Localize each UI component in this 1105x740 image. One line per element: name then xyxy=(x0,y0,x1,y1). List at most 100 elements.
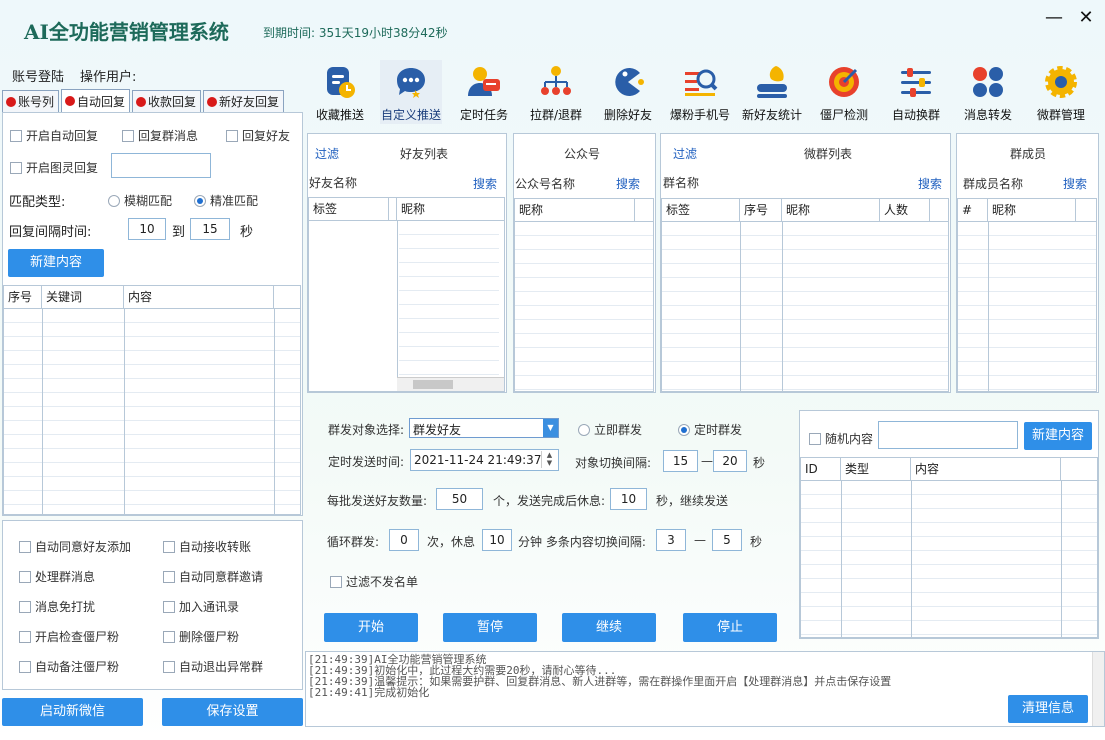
toolbar-custom-push[interactable]: 自定义推送 xyxy=(380,60,442,124)
save-settings-button[interactable]: 保存设置 xyxy=(162,698,303,726)
target-select[interactable]: 群发好友 ▼ xyxy=(409,418,559,438)
official-search-link[interactable]: 搜索 xyxy=(616,175,640,192)
sliders-icon xyxy=(901,68,931,97)
image-reply-input[interactable] xyxy=(111,153,211,178)
members-search-link[interactable]: 搜索 xyxy=(1063,175,1087,192)
random-content-input[interactable] xyxy=(878,421,1018,449)
col-nickname[interactable]: 昵称 xyxy=(782,199,880,221)
opt-auto-quit-abnormal-group[interactable]: 自动退出异常群 xyxy=(163,658,263,675)
pause-button[interactable]: 暂停 xyxy=(443,613,537,642)
exact-match-radio[interactable]: 精准匹配 xyxy=(194,192,258,209)
opt-auto-accept-friend[interactable]: 自动同意好友添加 xyxy=(19,538,131,555)
col-tag[interactable]: 标签 xyxy=(662,199,740,221)
log-line: [21:49:41]完成初始化 xyxy=(308,686,430,699)
col-nickname[interactable]: 昵称 xyxy=(515,199,635,221)
red-dot-icon xyxy=(65,96,76,106)
opt-handle-group-msg[interactable]: 处理群消息 xyxy=(19,568,95,585)
col-index[interactable]: 序号 xyxy=(740,199,782,221)
col-nickname[interactable]: 昵称 xyxy=(397,198,504,220)
toolbar-phone-fans[interactable]: 爆粉手机号 xyxy=(669,60,731,124)
friends-filter-link[interactable]: 过滤 xyxy=(315,145,339,162)
minimize-button[interactable]: — xyxy=(1044,8,1064,28)
enable-image-reply-checkbox[interactable]: 开启图灵回复 xyxy=(10,159,98,176)
new-random-content-button[interactable]: 新建内容 xyxy=(1024,422,1092,450)
loop-input[interactable]: 0 xyxy=(389,529,419,551)
close-button[interactable]: ✕ xyxy=(1076,8,1096,28)
batch-input[interactable]: 50 xyxy=(436,488,483,510)
toolbar-collect-push[interactable]: 收藏推送 xyxy=(309,60,371,124)
send-time-input[interactable]: 2021-11-24 21:49:37 xyxy=(410,449,559,471)
target-label: 群发对象选择: xyxy=(328,423,405,437)
col-type[interactable]: 类型 xyxy=(841,458,911,480)
seconds-label: 秒 xyxy=(753,456,766,470)
col-count[interactable]: 人数 xyxy=(880,199,930,221)
multi-to-input[interactable]: 5 xyxy=(712,529,742,551)
operator-label: 操作用户: xyxy=(80,70,137,85)
groups-filter-link[interactable]: 过滤 xyxy=(673,145,697,162)
start-button[interactable]: 开始 xyxy=(324,613,418,642)
rest-input[interactable]: 10 xyxy=(610,488,647,510)
vertical-scrollbar[interactable] xyxy=(1092,652,1104,726)
switch-from-input[interactable]: 15 xyxy=(663,450,698,472)
tab-account-list[interactable]: 账号列 xyxy=(2,90,60,112)
left-tab-bar: 账号列 自动回复 收款回复 新好友回复 xyxy=(2,89,286,112)
loop-rest-input[interactable]: 10 xyxy=(482,529,512,551)
pacman-icon xyxy=(615,68,644,96)
opt-delete-zombie[interactable]: 删除僵尸粉 xyxy=(163,628,239,645)
immediate-radio[interactable]: 立即群发 xyxy=(578,421,642,438)
switch-to-input[interactable]: 20 xyxy=(713,450,747,472)
official-name-label: 公众号名称 xyxy=(515,177,576,191)
new-content-button[interactable]: 新建内容 xyxy=(8,249,104,277)
col-nickname[interactable]: 昵称 xyxy=(988,199,1076,221)
tab-payment-reply[interactable]: 收款回复 xyxy=(132,90,202,112)
fuzzy-match-radio[interactable]: 模糊匹配 xyxy=(108,192,172,209)
reply-group-msg-checkbox[interactable]: 回复群消息 xyxy=(122,127,198,144)
col-keyword[interactable]: 关键词 xyxy=(42,286,124,308)
horizontal-scrollbar[interactable] xyxy=(397,377,504,391)
col-index[interactable]: 序号 xyxy=(4,286,42,308)
opt-auto-accept-transfer[interactable]: 自动接收转账 xyxy=(163,538,251,555)
chevron-down-icon[interactable]: ▼ xyxy=(543,419,558,437)
random-content-checkbox[interactable]: 随机内容 xyxy=(809,430,873,447)
start-new-wechat-button[interactable]: 启动新微信 xyxy=(2,698,143,726)
col-tag[interactable]: 标签 xyxy=(309,198,389,220)
toolbar-auto-switch-group[interactable]: 自动换群 xyxy=(885,60,947,124)
batch-unit-label: 个，发送完成后休息: xyxy=(493,494,606,508)
toolbar-new-friend-stats[interactable]: 新好友统计 xyxy=(741,60,803,124)
stop-button[interactable]: 停止 xyxy=(683,613,777,642)
multi-from-input[interactable]: 3 xyxy=(656,529,686,551)
groups-title: 微群列表 xyxy=(804,147,853,161)
interval-to-input[interactable]: 15 xyxy=(190,218,230,240)
resume-button[interactable]: 继续 xyxy=(562,613,656,642)
filter-unsent-checkbox[interactable]: 过滤不发名单 xyxy=(330,573,418,590)
toolbar-message-forward[interactable]: 消息转发 xyxy=(957,60,1019,124)
reply-friend-checkbox[interactable]: 回复好友 xyxy=(226,127,290,144)
col-id[interactable]: ID xyxy=(801,458,841,480)
enable-auto-reply-checkbox[interactable]: 开启自动回复 xyxy=(10,127,98,144)
toolbar-delete-friend[interactable]: 删除好友 xyxy=(597,60,659,124)
toolbar-join-quit-group[interactable]: 拉群/退群 xyxy=(525,60,587,124)
clear-log-button[interactable]: 清理信息 xyxy=(1008,695,1088,723)
opt-remark-zombie[interactable]: 自动备注僵尸粉 xyxy=(19,658,119,675)
toolbar-group-management[interactable]: 微群管理 xyxy=(1030,60,1092,124)
opt-add-contacts[interactable]: 加入通讯录 xyxy=(163,598,239,615)
tab-auto-reply[interactable]: 自动回复 xyxy=(61,89,131,112)
opt-auto-accept-group-invite[interactable]: 自动同意群邀请 xyxy=(163,568,263,585)
groups-name-label: 群名称 xyxy=(663,176,700,190)
tab-new-friend-reply[interactable]: 新好友回复 xyxy=(203,90,285,112)
col-content[interactable]: 内容 xyxy=(911,458,1061,480)
friends-search-link[interactable]: 搜索 xyxy=(473,175,497,192)
col-content[interactable]: 内容 xyxy=(124,286,274,308)
spinner-icon[interactable]: ▲ ▼ xyxy=(541,451,557,468)
scheduled-radio[interactable]: 定时群发 xyxy=(678,421,742,438)
col-hash[interactable]: # xyxy=(958,199,988,221)
opt-mute-messages[interactable]: 消息免打扰 xyxy=(19,598,95,615)
red-dot-icon xyxy=(136,96,147,107)
opt-check-zombie[interactable]: 开启检查僵尸粉 xyxy=(19,628,119,645)
account-login-label[interactable]: 账号登陆 xyxy=(12,66,64,85)
toolbar-scheduled-task[interactable]: 定时任务 xyxy=(453,60,515,124)
groups-search-link[interactable]: 搜索 xyxy=(918,175,942,192)
toolbar-zombie-check[interactable]: 僵尸检测 xyxy=(813,60,875,124)
interval-from-input[interactable]: 10 xyxy=(128,218,166,240)
red-dot-icon xyxy=(6,96,16,107)
